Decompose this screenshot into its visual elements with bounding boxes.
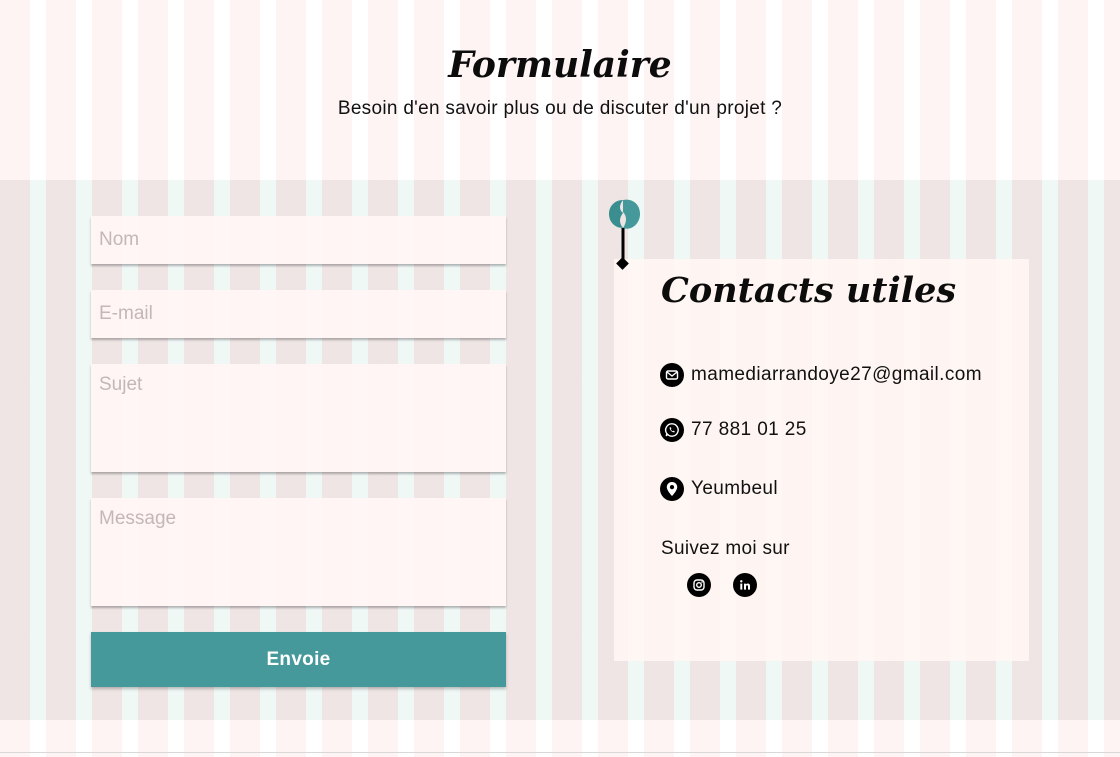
contacts-title: Contacts utiles [661,270,957,311]
page-subtitle: Besoin d'en savoir plus ou de discuter d… [337,98,783,119]
contact-location: Yeumbeul [660,477,778,501]
page-divider [0,752,1120,753]
location-icon [660,477,684,501]
pin-icon [609,199,640,270]
follow-label: Suivez moi sur [661,538,790,559]
linkedin-icon[interactable] [733,573,757,597]
instagram-icon[interactable] [687,573,711,597]
whatsapp-icon [660,418,684,442]
contacts-card [614,259,1029,661]
email-input[interactable] [91,290,506,338]
envelope-icon [660,363,684,387]
contact-email-text: mamediarrandoye27@gmail.com [691,364,982,385]
name-input[interactable] [91,216,506,264]
subject-textarea[interactable] [91,364,506,472]
message-textarea[interactable] [91,498,506,606]
contact-email[interactable]: mamediarrandoye27@gmail.com [660,363,982,387]
contact-phone-text: 77 881 01 25 [691,419,807,440]
submit-button[interactable]: Envoie [91,632,506,687]
page-title: Formulaire [448,44,672,86]
contact-phone[interactable]: 77 881 01 25 [660,418,807,442]
contact-location-text: Yeumbeul [691,478,779,499]
